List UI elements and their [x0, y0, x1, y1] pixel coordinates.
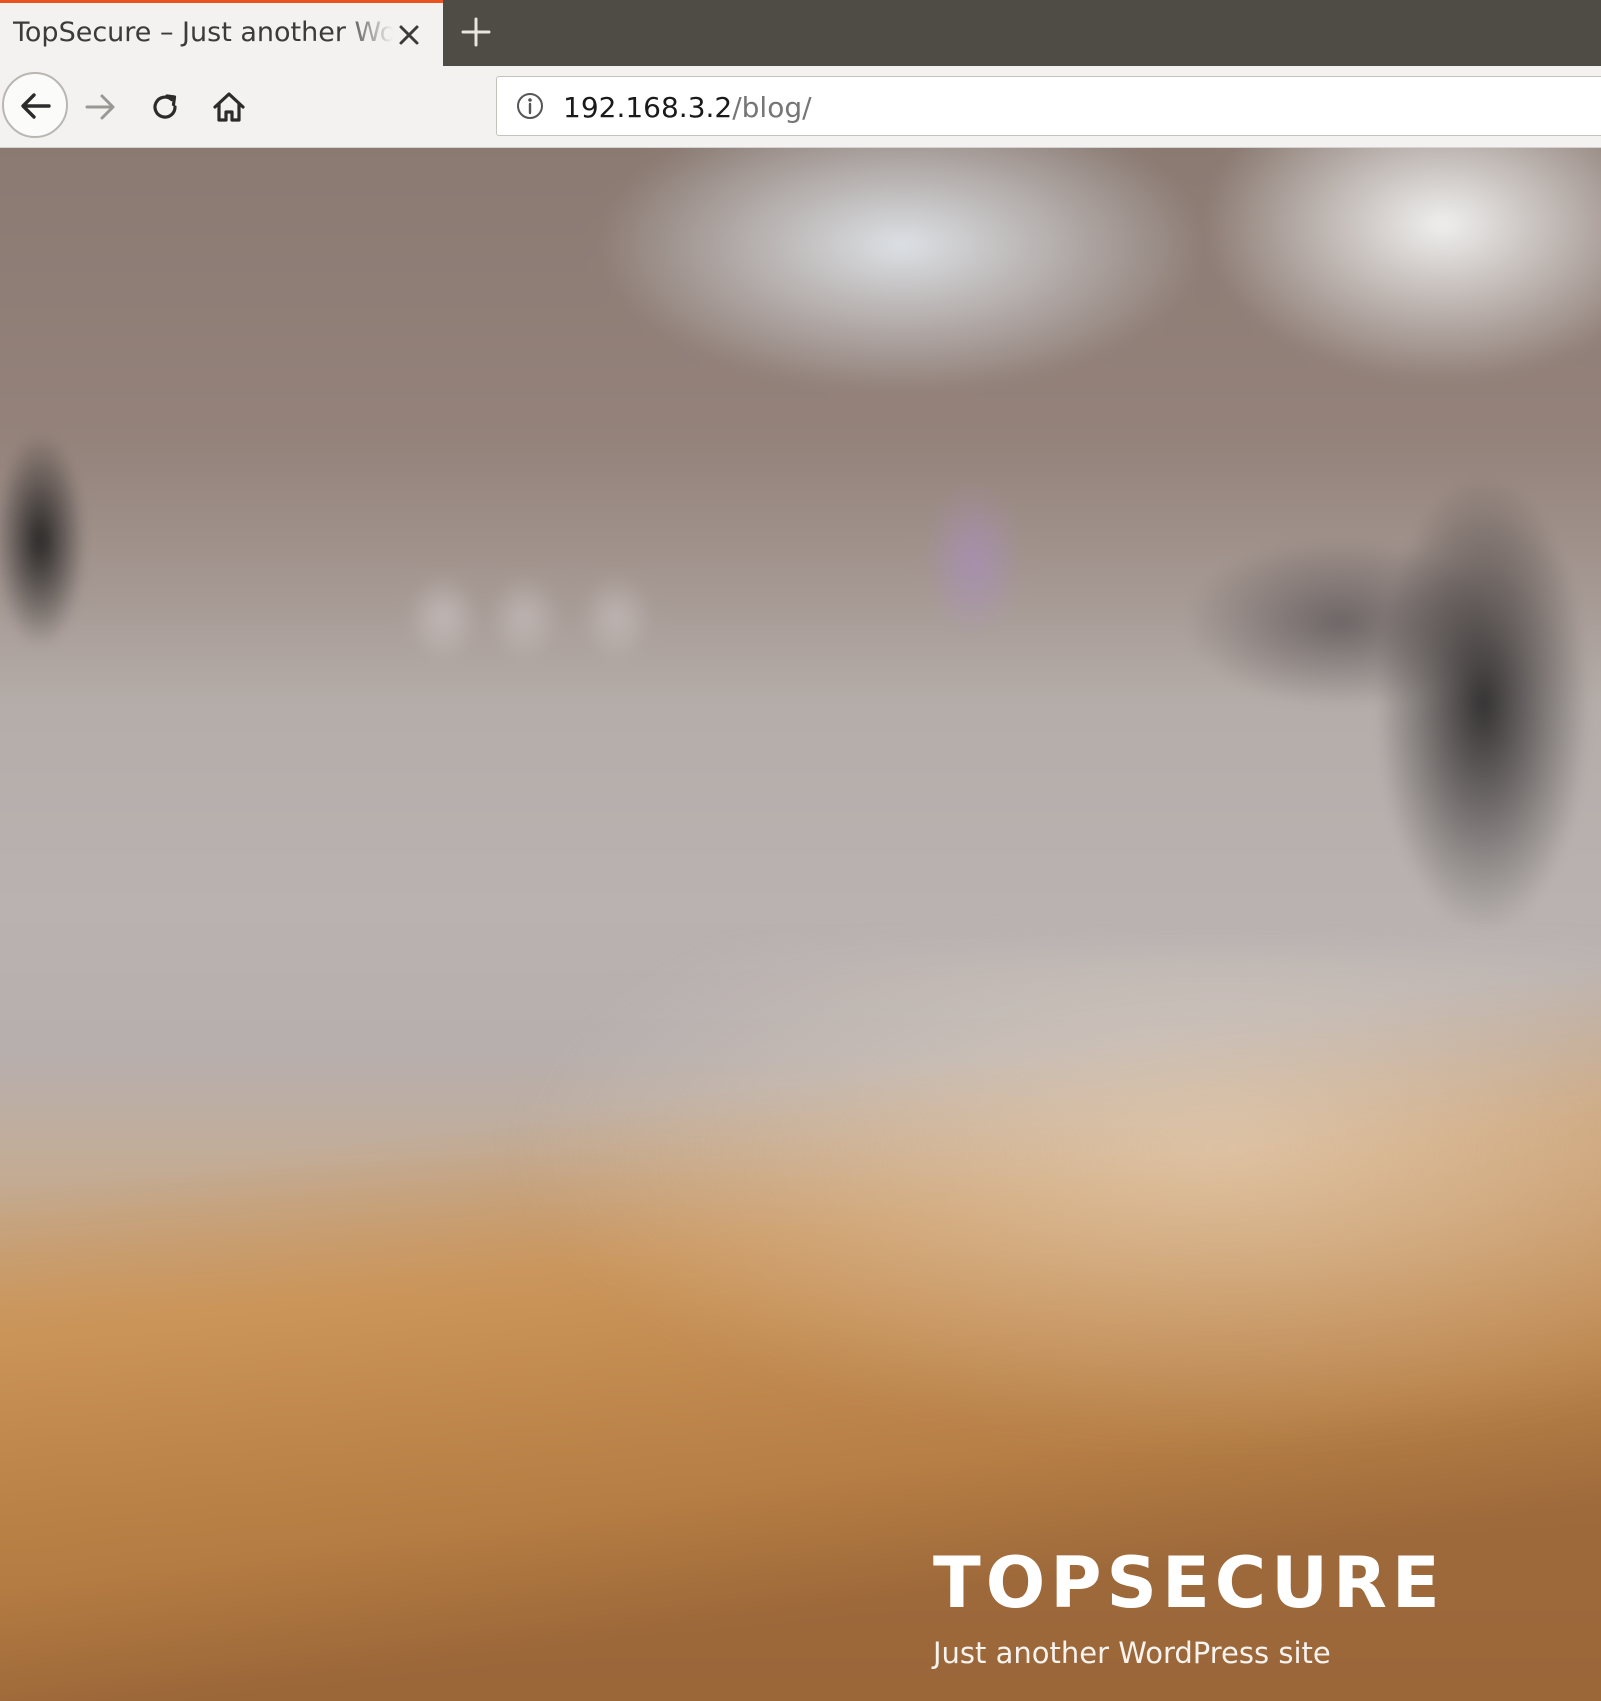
info-icon[interactable]	[514, 90, 546, 122]
tab-strip: TopSecure – Just another WordPress site	[0, 0, 1601, 66]
arrow-left-icon	[21, 93, 51, 119]
site-title[interactable]: TOPSECURE	[933, 1548, 1445, 1618]
header-image	[0, 148, 1601, 1701]
close-icon[interactable]	[395, 21, 423, 49]
navigation-toolbar: 192.168.3.2/blog/	[0, 66, 1601, 148]
tab-title: TopSecure – Just another WordPress site	[13, 17, 393, 48]
reload-icon[interactable]	[146, 88, 184, 126]
plus-icon[interactable]	[458, 14, 494, 50]
site-description: Just another WordPress site	[933, 1636, 1331, 1670]
tab-active[interactable]: TopSecure – Just another WordPress site	[0, 0, 443, 66]
url-path: /blog/	[732, 91, 812, 124]
site-branding: TOPSECURE Just another WordPress site	[933, 1548, 1445, 1670]
url-bar[interactable]: 192.168.3.2/blog/	[496, 76, 1601, 136]
page-viewport: TOPSECURE Just another WordPress site	[0, 148, 1601, 1701]
home-icon[interactable]	[210, 88, 248, 126]
header-image-highlight	[500, 948, 1601, 1448]
arrow-right-icon[interactable]	[82, 88, 120, 126]
url-text[interactable]: 192.168.3.2/blog/	[563, 91, 812, 124]
back-button[interactable]	[2, 72, 68, 138]
url-host: 192.168.3.2	[563, 91, 733, 124]
